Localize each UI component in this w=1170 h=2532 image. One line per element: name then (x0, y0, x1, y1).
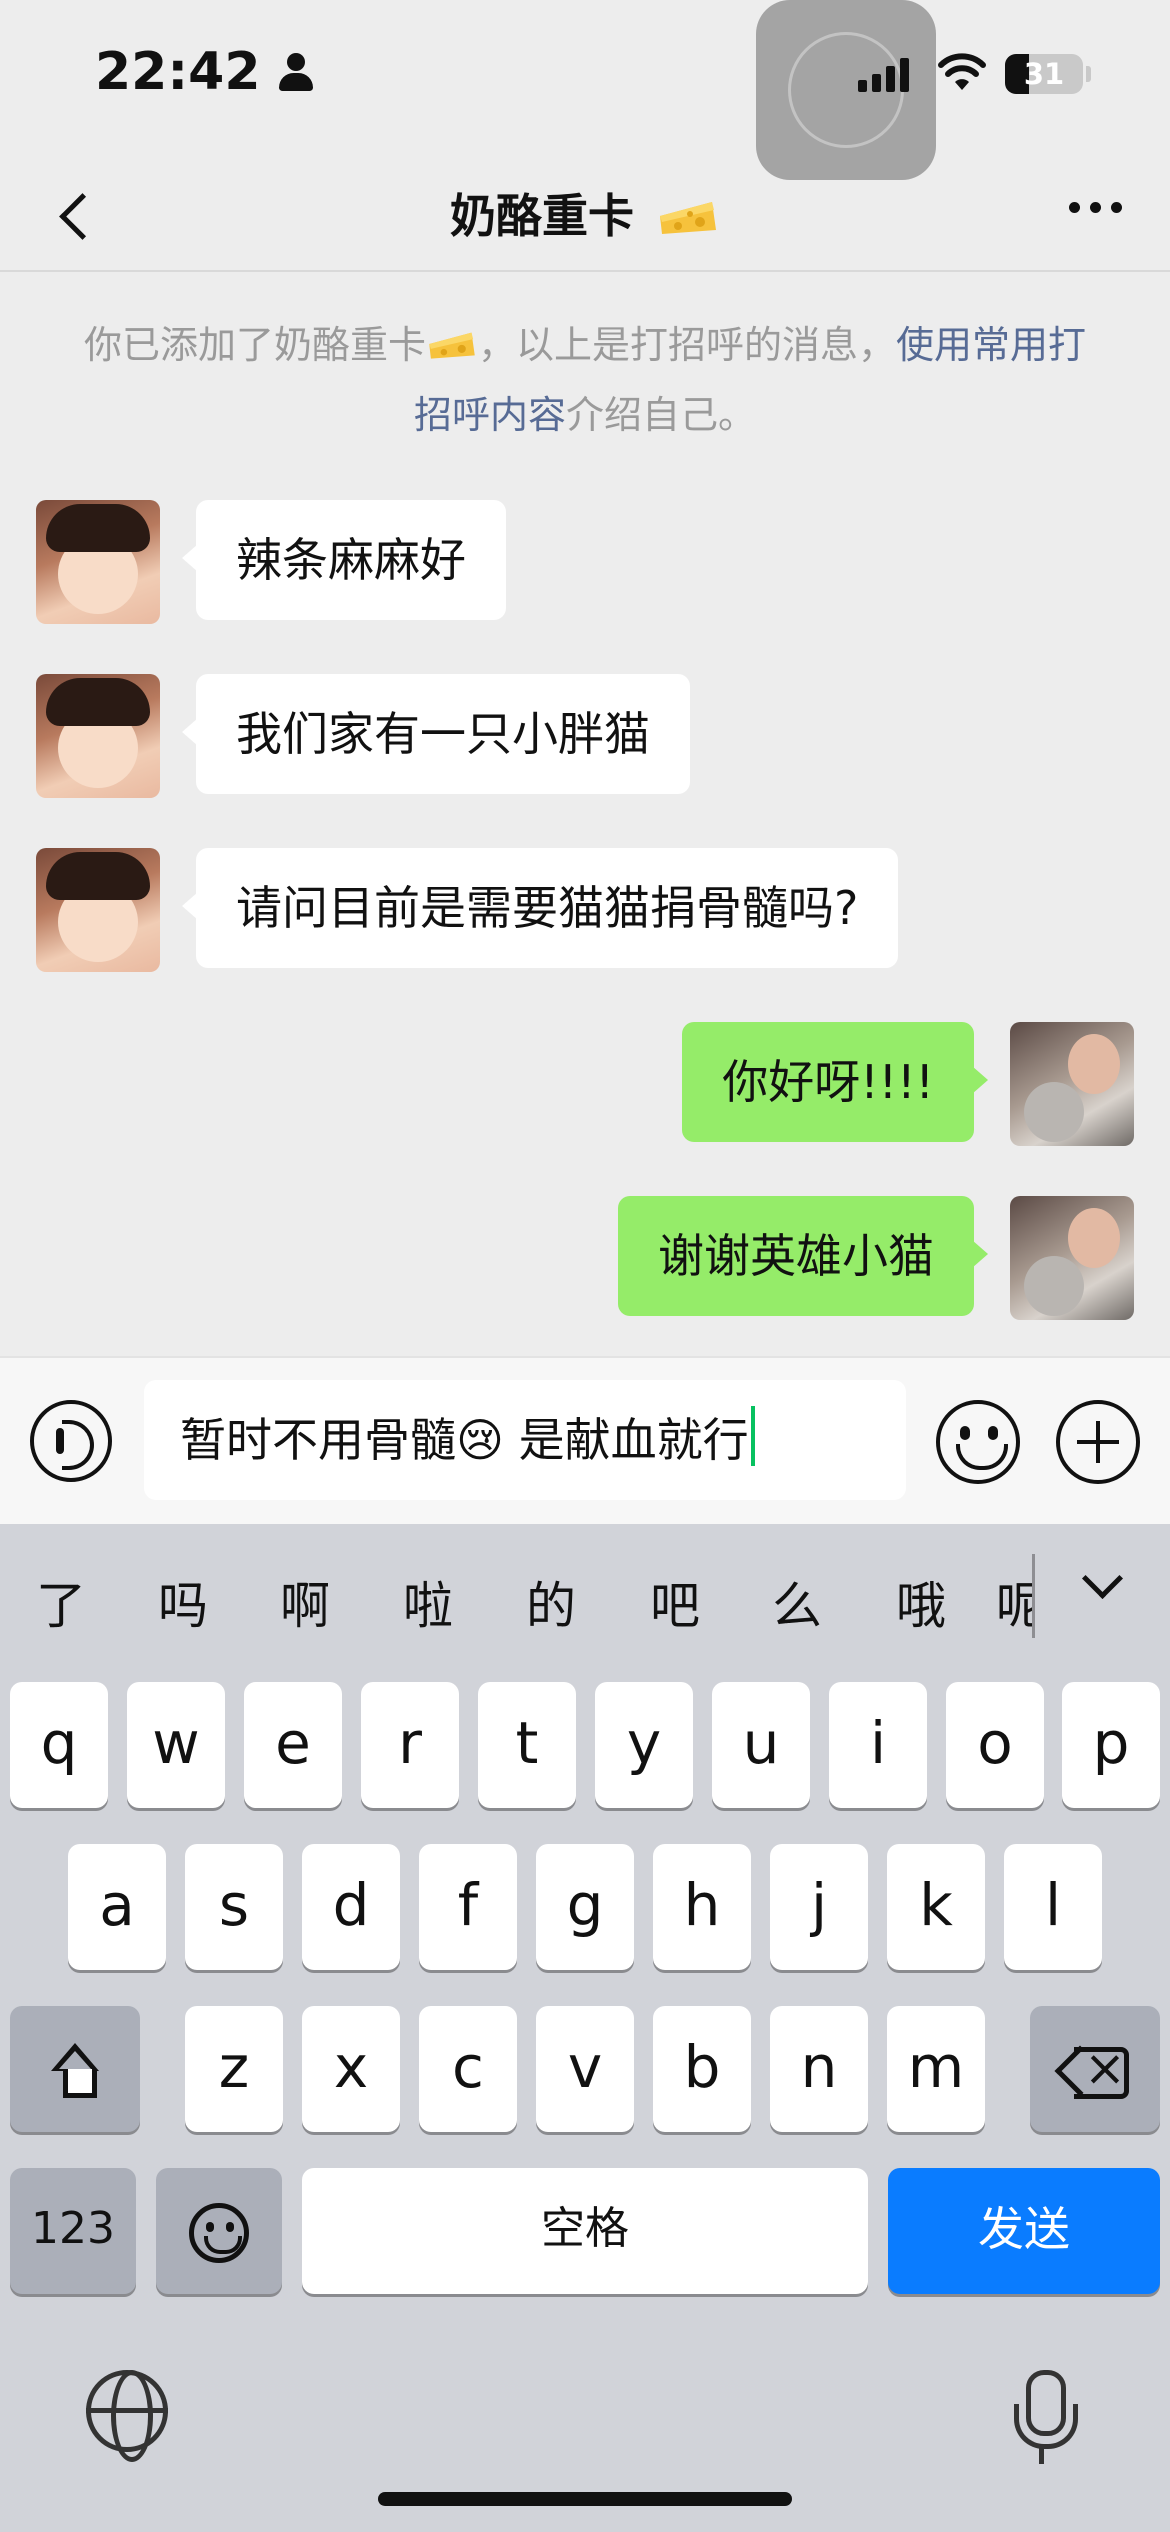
shift-icon (45, 2041, 105, 2101)
text-caret (750, 1406, 755, 1466)
candidate-word[interactable]: 啊 (260, 1566, 350, 1638)
key-j[interactable]: j (770, 1844, 868, 1970)
delete-key[interactable] (1030, 2006, 1160, 2132)
input-bar: 暂时不用骨髓😢 是献血就行 (0, 1356, 1170, 1524)
key-u[interactable]: u (712, 1682, 810, 1808)
message-row: 你好呀!!!! (682, 1022, 1134, 1146)
key-w[interactable]: w (127, 1682, 225, 1808)
key-f[interactable]: f (419, 1844, 517, 1970)
candidate-word[interactable]: 了 (16, 1566, 106, 1638)
input-text-before: 暂时不用骨髓 (180, 1413, 456, 1467)
message-row: 谢谢英雄小猫 (618, 1196, 1134, 1320)
notice-text-2: ，以上是打招呼的消息， (477, 323, 896, 367)
floating-assistive-button[interactable] (756, 0, 936, 180)
ellipsis-icon[interactable] (1069, 202, 1122, 213)
key-o[interactable]: o (946, 1682, 1044, 1808)
message-input[interactable]: 暂时不用骨髓😢 是献血就行 (144, 1380, 906, 1500)
candidate-word[interactable]: 呢 (996, 1566, 1032, 1638)
notice-text-3: 介绍自己。 (566, 393, 757, 437)
message-row: 我们家有一只小胖猫 (36, 674, 690, 798)
emoji-key[interactable] (156, 2168, 282, 2294)
chat-title-text: 奶酪重卡 (449, 189, 634, 243)
plus-icon[interactable] (1056, 1400, 1140, 1484)
person-icon (277, 53, 315, 91)
shift-key[interactable] (10, 2006, 140, 2132)
notice-text-1: 你已添加了奶酪重卡 (83, 323, 426, 367)
status-time: 22:42 (95, 42, 315, 102)
key-l[interactable]: l (1004, 1844, 1102, 1970)
message-bubble[interactable]: 谢谢英雄小猫 (618, 1196, 988, 1316)
emoji-icon (189, 2202, 249, 2263)
cellular-signal-icon (858, 56, 909, 92)
message-bubble[interactable]: 请问目前是需要猫猫捐骨髓吗? (181, 848, 899, 968)
candidate-divider (1032, 1554, 1035, 1638)
microphone-icon[interactable] (1012, 2370, 1078, 2464)
key-c[interactable]: c (419, 2006, 517, 2132)
key-x[interactable]: x (302, 2006, 400, 2132)
key-r[interactable]: r (361, 1682, 459, 1808)
numbers-key[interactable]: 123 (10, 2168, 136, 2294)
send-key[interactable]: 发送 (888, 2168, 1160, 2294)
battery-cap (1086, 66, 1091, 82)
candidate-word[interactable]: 么 (752, 1566, 842, 1638)
key-n[interactable]: n (770, 2006, 868, 2132)
key-e[interactable]: e (244, 1682, 342, 1808)
status-time-text: 22:42 (95, 42, 261, 102)
contact-avatar[interactable] (36, 500, 160, 624)
contact-avatar[interactable] (36, 848, 160, 972)
message-bubble[interactable]: 你好呀!!!! (682, 1022, 988, 1142)
candidate-word[interactable]: 哦 (876, 1566, 966, 1638)
cheese-emoji-icon (429, 332, 475, 359)
wifi-icon (938, 53, 986, 90)
emoji-icon[interactable] (936, 1400, 1020, 1484)
space-key[interactable]: 空格 (302, 2168, 868, 2294)
chat-title: 奶酪重卡 (0, 180, 1170, 246)
keyboard: 了 吗 啊 啦 的 吧 么 哦 呢 q w e r t y u i o p a … (0, 1524, 1170, 2532)
key-k[interactable]: k (887, 1844, 985, 1970)
chevron-down-icon[interactable] (1080, 1564, 1120, 1604)
contact-avatar[interactable] (36, 674, 160, 798)
key-i[interactable]: i (829, 1682, 927, 1808)
chat-header: 奶酪重卡 (0, 160, 1170, 272)
message-bubble[interactable]: 我们家有一只小胖猫 (182, 674, 690, 794)
key-z[interactable]: z (185, 2006, 283, 2132)
message-bubble[interactable]: 辣条麻麻好 (182, 500, 506, 620)
key-v[interactable]: v (536, 2006, 634, 2132)
candidate-word[interactable]: 啦 (383, 1566, 473, 1638)
voice-icon[interactable] (30, 1400, 112, 1482)
key-g[interactable]: g (536, 1844, 634, 1970)
crying-emoji: 😢 (456, 1413, 504, 1467)
key-b[interactable]: b (653, 2006, 751, 2132)
key-d[interactable]: d (302, 1844, 400, 1970)
home-indicator[interactable] (378, 2492, 792, 2506)
candidate-bar: 了 吗 啊 啦 的 吧 么 哦 呢 (0, 1524, 1170, 1664)
key-t[interactable]: t (478, 1682, 576, 1808)
message-row: 辣条麻麻好 (36, 500, 506, 624)
my-avatar[interactable] (1010, 1022, 1134, 1146)
key-y[interactable]: y (595, 1682, 693, 1808)
candidate-word[interactable]: 吧 (630, 1566, 720, 1638)
my-avatar[interactable] (1010, 1196, 1134, 1320)
backspace-icon (1054, 2033, 1130, 2103)
battery-level: 31 (1023, 57, 1065, 91)
key-h[interactable]: h (653, 1844, 751, 1970)
candidate-word[interactable]: 的 (506, 1566, 596, 1638)
key-m[interactable]: m (887, 2006, 985, 2132)
candidate-word[interactable]: 吗 (138, 1566, 228, 1638)
input-text-after: 是献血就行 (503, 1413, 749, 1467)
status-bar: 22:42 31 (0, 0, 1170, 180)
key-p[interactable]: p (1062, 1682, 1160, 1808)
globe-icon[interactable] (86, 2370, 168, 2462)
key-s[interactable]: s (185, 1844, 283, 1970)
battery-icon: 31 (1005, 54, 1083, 94)
key-q[interactable]: q (10, 1682, 108, 1808)
system-notice: 你已添加了奶酪重卡 ，以上是打招呼的消息，使用常用打招呼内容介绍自己。 (70, 310, 1100, 450)
cheese-emoji-icon (660, 202, 716, 234)
message-row: 请问目前是需要猫猫捐骨髓吗? (36, 848, 899, 972)
key-a[interactable]: a (68, 1844, 166, 1970)
